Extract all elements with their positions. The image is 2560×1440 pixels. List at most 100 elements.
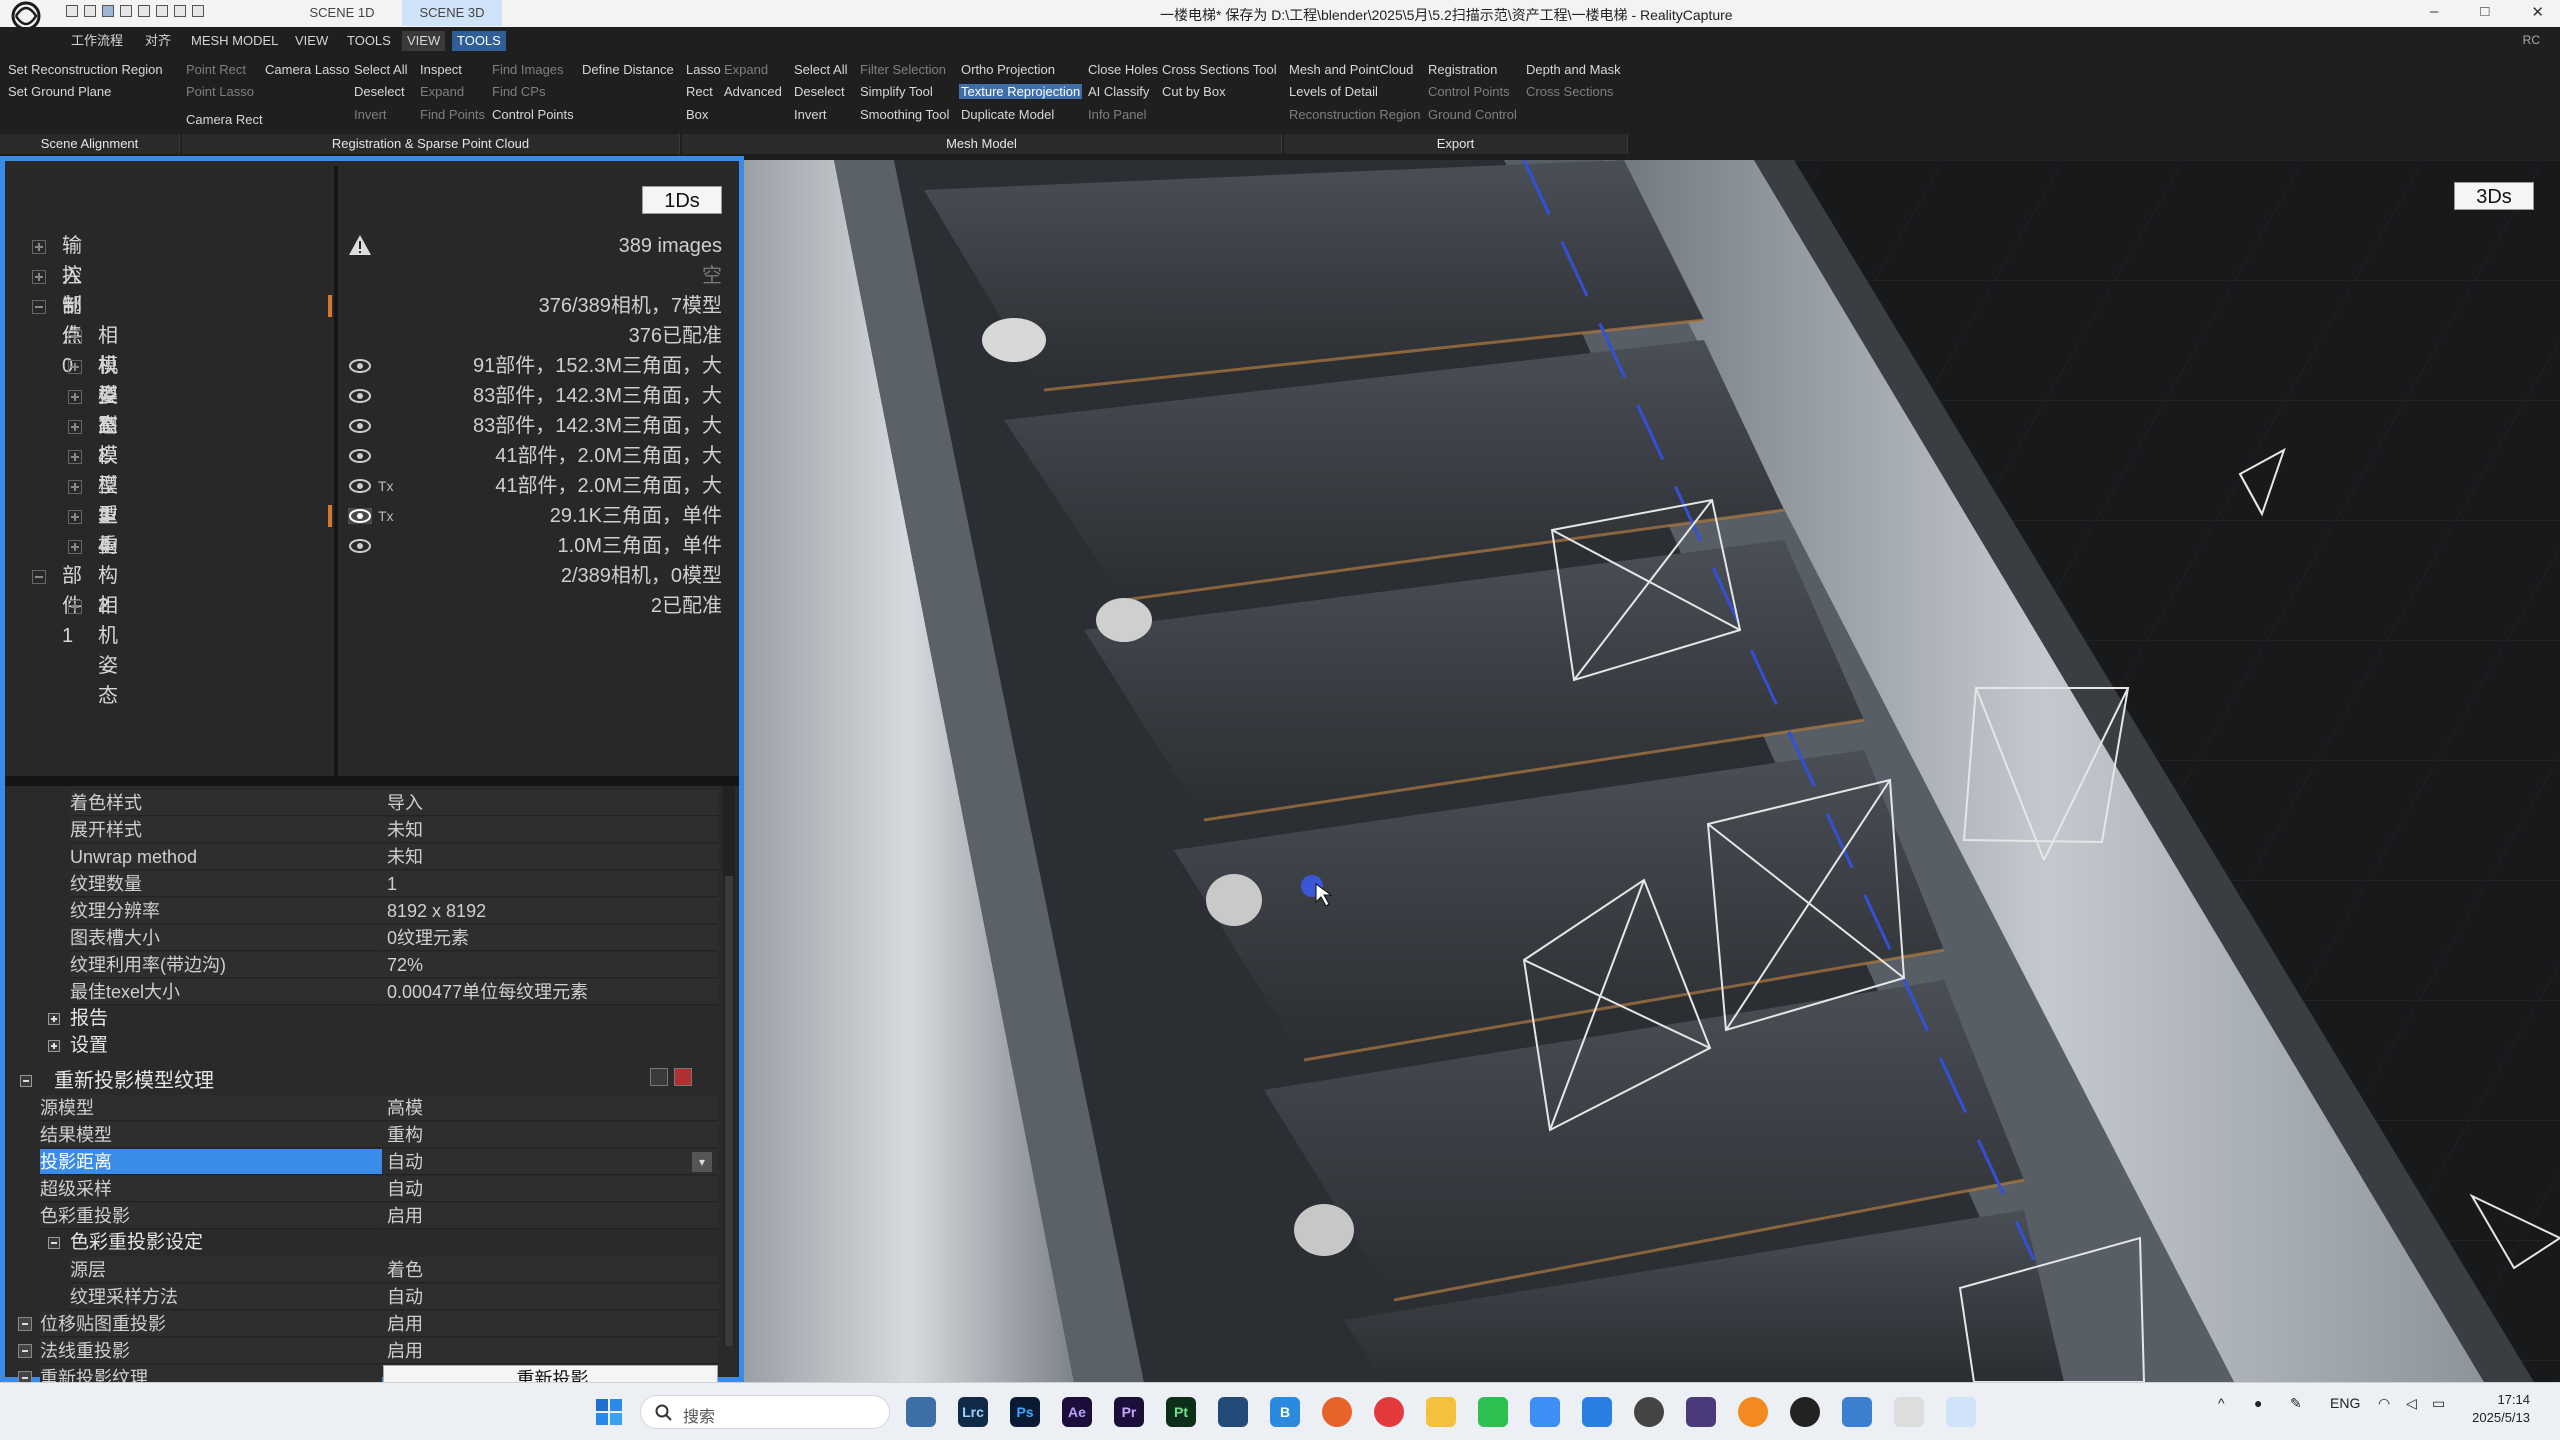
- camera-lasso-button[interactable]: Camera Lasso: [265, 62, 350, 77]
- prop-normal-reprojection[interactable]: 法线重投影 启用: [10, 1338, 718, 1364]
- prop-color-reprojection[interactable]: 色彩重投影 启用: [10, 1203, 718, 1229]
- folder-app-icon[interactable]: [1426, 1397, 1456, 1427]
- expand-icon[interactable]: [32, 270, 46, 284]
- 3d-viewport[interactable]: 3Ds: [744, 160, 2560, 1382]
- prop-result-model[interactable]: 结果模型 重构: [10, 1122, 718, 1148]
- prop-source-model[interactable]: 源模型 高模: [10, 1095, 718, 1121]
- ortho-projection-button[interactable]: Ortho Projection: [961, 62, 1055, 77]
- expand-icon[interactable]: [48, 1013, 60, 1025]
- duplicate-model-button[interactable]: Duplicate Model: [961, 107, 1054, 122]
- menu-align[interactable]: 对齐: [140, 31, 176, 51]
- realitycapture-app-icon[interactable]: [1894, 1397, 1924, 1427]
- expand-icon[interactable]: [68, 360, 82, 374]
- expand-icon[interactable]: [68, 420, 82, 434]
- expand-icon[interactable]: [68, 540, 82, 554]
- menu-tools[interactable]: TOOLS: [342, 31, 396, 51]
- rect-button[interactable]: Rect: [686, 84, 713, 99]
- prop-unwrap-method[interactable]: Unwrap method 未知: [10, 844, 718, 870]
- panel-toggle-icon[interactable]: [650, 1068, 668, 1086]
- system-clock[interactable]: 17:14 2025/5/13: [2472, 1391, 2530, 1427]
- layout-icon-3[interactable]: [102, 5, 114, 17]
- invert-button[interactable]: Invert: [354, 107, 387, 122]
- deselect-mesh-button[interactable]: Deselect: [794, 84, 845, 99]
- file-explorer-app-icon[interactable]: [906, 1397, 936, 1427]
- app-icon[interactable]: [1686, 1397, 1716, 1427]
- expand-icon[interactable]: [18, 1344, 32, 1358]
- collapse-icon[interactable]: [32, 300, 46, 314]
- define-distance-button[interactable]: Define Distance: [582, 62, 674, 77]
- lightroom-app-icon[interactable]: Lrc: [958, 1397, 988, 1427]
- prop-shading-style[interactable]: 着色样式 导入: [10, 790, 718, 816]
- inspect-button[interactable]: Inspect: [420, 62, 462, 77]
- prop-optimal-texel-size[interactable]: 最佳texel大小 0.000477单位每纹理元素: [10, 979, 718, 1005]
- close-holes-button[interactable]: Close Holes: [1088, 62, 1158, 77]
- cross-sections-tool-button[interactable]: Cross Sections Tool: [1162, 62, 1277, 77]
- simplify-tool-button[interactable]: Simplify Tool: [860, 84, 933, 99]
- expand-icon[interactable]: [68, 450, 82, 464]
- expand-selection-button[interactable]: Expand: [724, 62, 768, 77]
- menu-tools-contextual[interactable]: TOOLS: [452, 31, 506, 51]
- export-lod-button[interactable]: Levels of Detail: [1289, 84, 1378, 99]
- eye-icon[interactable]: [348, 358, 372, 374]
- export-control-points-button[interactable]: Control Points: [1428, 84, 1510, 99]
- eye-icon[interactable]: [348, 478, 372, 494]
- warning-icon[interactable]: [348, 234, 372, 256]
- export-mesh-pointcloud-button[interactable]: Mesh and PointCloud: [1289, 62, 1413, 77]
- prop-supersampling[interactable]: 超级采样 自动: [10, 1176, 718, 1202]
- eye-icon[interactable]: [348, 538, 372, 554]
- taskbar-search[interactable]: 搜索: [640, 1395, 890, 1429]
- substance-painter-app-icon[interactable]: Pt: [1166, 1397, 1196, 1427]
- tab-scene-3d[interactable]: SCENE 3D: [402, 0, 502, 26]
- expand-icon[interactable]: [68, 330, 82, 344]
- expand-icon[interactable]: [68, 600, 82, 614]
- app-icon[interactable]: [1634, 1397, 1664, 1427]
- expand-button[interactable]: Expand: [420, 84, 464, 99]
- find-cps-button[interactable]: Find CPs: [492, 84, 545, 99]
- select-all-button[interactable]: Select All: [354, 62, 407, 77]
- app-icon[interactable]: [1946, 1397, 1976, 1427]
- reproject-panel-header[interactable]: 重新投影模型纹理: [10, 1068, 710, 1094]
- prop-source-layer[interactable]: 源层 着色: [10, 1257, 718, 1283]
- app-icon[interactable]: [1218, 1397, 1248, 1427]
- firefox-app-icon[interactable]: [1322, 1397, 1352, 1427]
- maximize-button[interactable]: □: [2480, 3, 2489, 21]
- premiere-app-icon[interactable]: Pr: [1114, 1397, 1144, 1427]
- advanced-button[interactable]: Advanced: [724, 84, 782, 99]
- dropdown-chevron-icon[interactable]: ▾: [692, 1152, 712, 1172]
- info-panel-button[interactable]: Info Panel: [1088, 107, 1147, 122]
- deselect-button[interactable]: Deselect: [354, 84, 405, 99]
- select-all-mesh-button[interactable]: Select All: [794, 62, 847, 77]
- eye-icon[interactable]: [348, 418, 372, 434]
- app-icon[interactable]: [1582, 1397, 1612, 1427]
- point-lasso-button[interactable]: Point Lasso: [186, 84, 254, 99]
- ai-classify-button[interactable]: AI Classify: [1088, 84, 1149, 99]
- collapse-icon[interactable]: [32, 570, 46, 584]
- app-icon[interactable]: [1790, 1397, 1820, 1427]
- layout-icon-1[interactable]: [66, 5, 78, 17]
- collapse-icon[interactable]: [48, 1237, 60, 1249]
- set-ground-plane-button[interactable]: Set Ground Plane: [8, 84, 111, 99]
- panel-close-icon[interactable]: [674, 1068, 692, 1086]
- export-cross-sections-button[interactable]: Cross Sections: [1526, 84, 1613, 99]
- export-reconstruction-region-button[interactable]: Reconstruction Region: [1289, 107, 1421, 122]
- escalator-mesh-render[interactable]: [744, 160, 2560, 1382]
- battery-icon[interactable]: ▭: [2432, 1395, 2445, 1412]
- prop-displacement-reprojection[interactable]: 位移贴图重投影 启用: [10, 1311, 718, 1337]
- tab-scene-1d[interactable]: SCENE 1D: [282, 0, 402, 26]
- tray-chevron-icon[interactable]: ^: [2218, 1395, 2225, 1411]
- microphone-icon[interactable]: ●: [2254, 1395, 2262, 1411]
- expand-icon[interactable]: [48, 1040, 60, 1052]
- properties-scrollbar[interactable]: [723, 786, 735, 1346]
- find-points-button[interactable]: Find Points: [420, 107, 485, 122]
- eye-icon[interactable]: [348, 508, 372, 524]
- after-effects-app-icon[interactable]: Ae: [1062, 1397, 1092, 1427]
- prop-texture-resolution[interactable]: 纹理分辨率 8192 x 8192: [10, 898, 718, 924]
- layout-icon-6[interactable]: [156, 5, 168, 17]
- expand-icon[interactable]: [68, 480, 82, 494]
- layout-icon-2[interactable]: [84, 5, 96, 17]
- app-icon[interactable]: [1530, 1397, 1560, 1427]
- photoshop-app-icon[interactable]: Ps: [1010, 1397, 1040, 1427]
- box-button[interactable]: Box: [686, 107, 708, 122]
- prop-texture-sampling-method[interactable]: 纹理采样方法 自动: [10, 1284, 718, 1310]
- close-button[interactable]: ✕: [2531, 3, 2544, 21]
